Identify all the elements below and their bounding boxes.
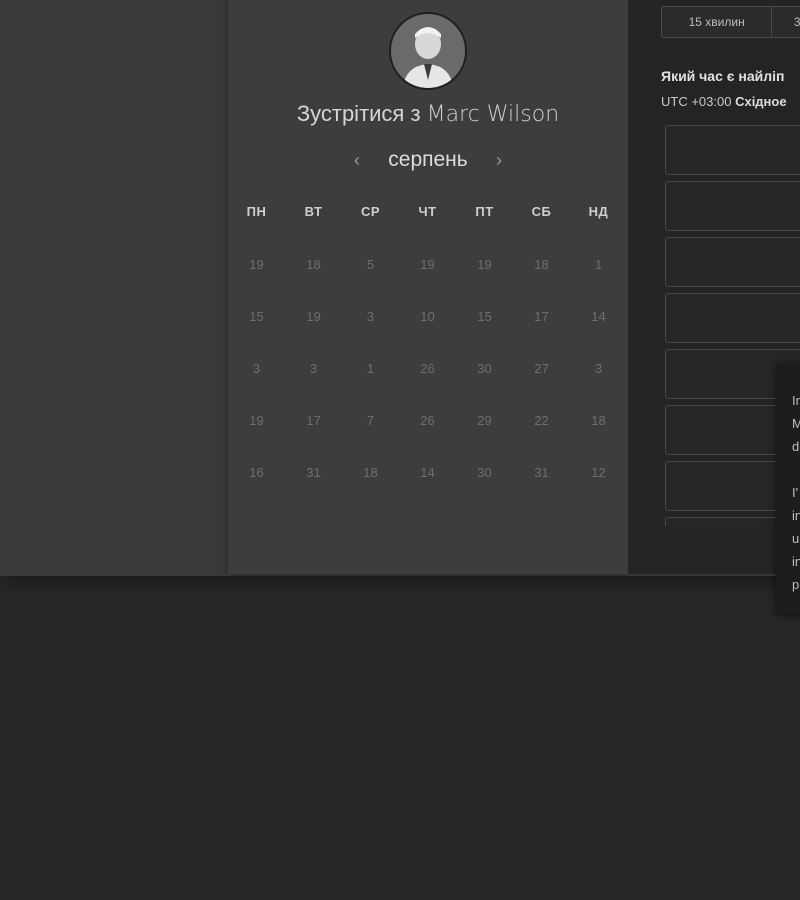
month-label: серпень bbox=[388, 148, 468, 171]
timezone-offset: UTC +03:00 bbox=[661, 94, 732, 109]
user-photo-icon bbox=[391, 14, 465, 88]
calendar-day: 31 bbox=[306, 465, 321, 480]
calendar-day: 29 bbox=[477, 413, 492, 428]
calendar-day: 3 bbox=[252, 361, 261, 376]
calendar-day: 10 bbox=[420, 309, 435, 324]
calendar-day: 7 bbox=[366, 413, 375, 428]
calendar-day: 1 bbox=[366, 361, 375, 376]
calendar-day: 30 bbox=[477, 361, 492, 376]
time-question: Який час є найліп bbox=[661, 68, 785, 84]
calendar-day: 5 bbox=[366, 257, 375, 272]
calendar-card: Зустрітися з Marc Wilson ‹ серпень › ПН … bbox=[228, 0, 628, 574]
calendar-day: 22 bbox=[534, 413, 549, 428]
prev-month-button[interactable]: ‹ bbox=[350, 150, 364, 171]
popup-line: in bbox=[792, 508, 800, 523]
calendar-day: 27 bbox=[534, 361, 549, 376]
title-prefix: Зустрітися з bbox=[296, 101, 421, 126]
calendar-day: 17 bbox=[306, 413, 321, 428]
calendar-day: 19 bbox=[306, 309, 321, 324]
calendar-day: 18 bbox=[363, 465, 378, 480]
calendar-days-grid: 19 18 5 19 19 18 1 15 19 3 10 15 17 14 3… bbox=[228, 248, 628, 508]
calendar-day: 17 bbox=[534, 309, 549, 324]
popup-line: u bbox=[792, 531, 800, 546]
duration-tab-2[interactable]: 3 bbox=[772, 7, 800, 37]
host-name: Marc Wilson bbox=[426, 102, 560, 127]
weekday-label: НД bbox=[588, 204, 609, 219]
popup-line: p bbox=[792, 577, 800, 592]
calendar-day: 30 bbox=[477, 465, 492, 480]
timezone-region: Східное bbox=[735, 94, 787, 109]
popup-line: I' bbox=[792, 485, 799, 500]
calendar-day: 18 bbox=[591, 413, 606, 428]
popup-line: d bbox=[792, 439, 800, 454]
calendar-day: 3 bbox=[594, 361, 603, 376]
timezone-label[interactable]: UTC +03:00 Східное bbox=[661, 94, 787, 109]
weekday-label: ПТ bbox=[475, 204, 494, 219]
weekday-label: ПН bbox=[246, 204, 267, 219]
time-slot[interactable] bbox=[665, 125, 800, 175]
time-slot[interactable] bbox=[665, 237, 800, 287]
calendar-day: 31 bbox=[534, 465, 549, 480]
duration-selector: 15 хвилин 3 bbox=[661, 6, 800, 38]
weekday-label: ВТ bbox=[304, 204, 323, 219]
calendar-day: 15 bbox=[249, 309, 264, 324]
calendar-day: 26 bbox=[420, 361, 435, 376]
avatar bbox=[389, 12, 467, 90]
info-popup: In M d I' in u in p bbox=[776, 363, 800, 613]
popup-line: In bbox=[792, 393, 800, 408]
weekday-label: ЧТ bbox=[418, 204, 437, 219]
calendar-day: 14 bbox=[420, 465, 435, 480]
calendar-day: 16 bbox=[249, 465, 264, 480]
time-slot[interactable] bbox=[665, 293, 800, 343]
weekday-label: СР bbox=[360, 204, 381, 219]
calendar-day: 18 bbox=[534, 257, 549, 272]
calendar-day: 19 bbox=[249, 413, 264, 428]
calendar-day: 3 bbox=[309, 361, 318, 376]
time-slot[interactable] bbox=[665, 181, 800, 231]
next-month-button[interactable]: › bbox=[492, 150, 506, 171]
weekday-header: ПН ВТ СР ЧТ ПТ СБ НД bbox=[228, 204, 628, 224]
month-navigation: ‹ серпень › bbox=[228, 146, 628, 174]
calendar-day: 19 bbox=[420, 257, 435, 272]
calendar-day: 18 bbox=[306, 257, 321, 272]
calendar-day: 1 bbox=[594, 257, 603, 272]
calendar-day: 15 bbox=[477, 309, 492, 324]
weekday-label: СБ bbox=[531, 204, 552, 219]
calendar-day: 14 bbox=[591, 309, 606, 324]
calendar-day: 26 bbox=[420, 413, 435, 428]
calendar-day: 19 bbox=[249, 257, 264, 272]
time-slot-panel: 15 хвилин 3 Який час є найліп UTC +03:00… bbox=[628, 0, 800, 574]
page-title: Зустрітися з Marc Wilson bbox=[228, 101, 628, 127]
popup-line: M bbox=[792, 416, 800, 431]
calendar-day: 12 bbox=[591, 465, 606, 480]
calendar-day: 19 bbox=[477, 257, 492, 272]
popup-line: in bbox=[792, 554, 800, 569]
duration-tab-15[interactable]: 15 хвилин bbox=[662, 7, 773, 37]
calendar-day: 3 bbox=[366, 309, 375, 324]
